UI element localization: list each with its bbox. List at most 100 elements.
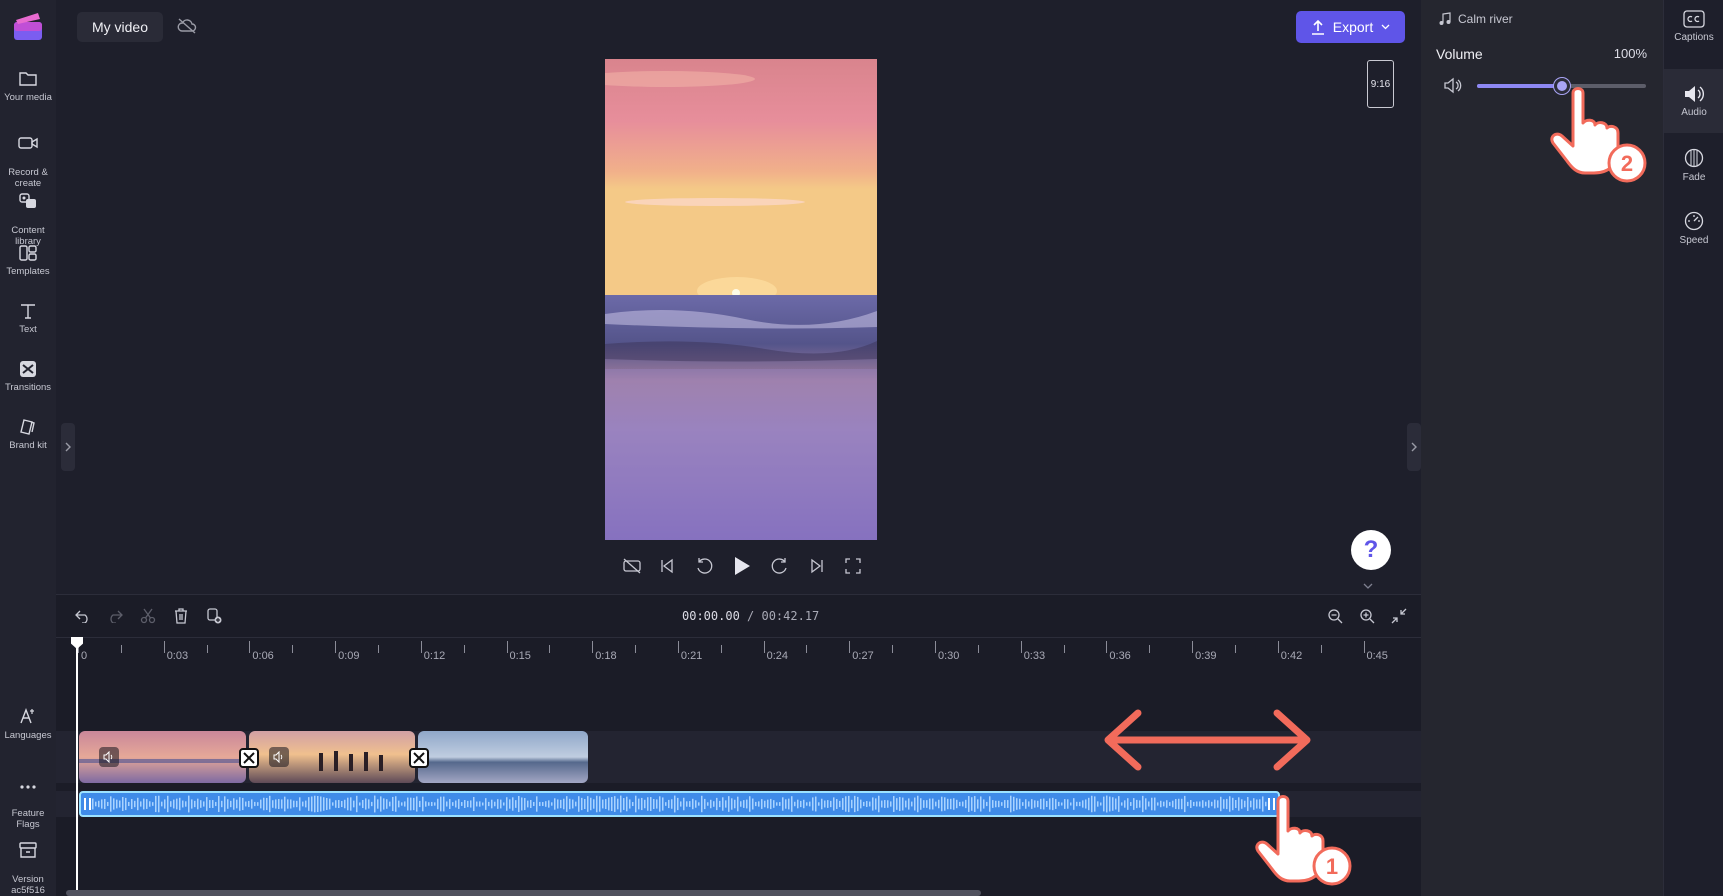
ruler-tick [249,641,251,653]
undo-button[interactable] [74,607,92,625]
transition-button[interactable] [409,748,429,768]
right-rail: Captions Audio Fade Speed [1663,0,1723,896]
chevron-right-icon [1411,442,1417,452]
nav-text[interactable]: Text [0,302,56,335]
rail-speed[interactable]: Speed [1664,211,1723,246]
left-navigation: Your media Record & create Content libra… [0,0,56,896]
volume-label: Volume [1436,46,1483,62]
left-panel-expand-toggle[interactable] [61,423,75,471]
timeline-ruler[interactable]: 0 0:03 0:06 0:09 0:12 0:15 0:18 0:21 0:24 0:27 0:3… [56,637,1421,667]
camera-icon [18,137,38,149]
properties-panel: Calm river Volume 100% [1421,0,1663,896]
version-icon [19,842,37,858]
folder-icon [19,72,37,86]
video-clip[interactable] [79,731,246,783]
timecode: 00:00.00 / 00:42.17 [682,609,819,623]
collapse-arrows-icon [1391,608,1407,624]
nav-your-media-label: Your media [4,92,52,103]
scissors-icon [140,608,156,624]
project-title[interactable]: My video [77,12,163,42]
delete-button[interactable] [172,607,190,625]
ruler-tick-label: 0:33 [1023,650,1046,662]
nav-feature-flags[interactable]: Feature Flags [0,770,56,830]
ruler-tick [420,641,422,653]
export-label: Export [1332,19,1374,35]
ruler-tick-label: 0:18 [595,650,617,662]
audio-trim-handle-right[interactable] [1268,798,1275,810]
ruler-minor-tick [1063,645,1065,653]
ruler-tick [1363,641,1365,653]
zoom-in-button[interactable] [1358,607,1376,625]
nav-brand-kit[interactable]: Brand kit [0,418,56,451]
ruler-minor-tick [806,645,808,653]
ruler-tick [677,641,679,653]
fit-timeline-button[interactable] [1390,607,1408,625]
video-preview[interactable] [605,59,877,540]
clip-volume-button[interactable] [99,747,119,767]
export-button[interactable]: Export [1296,11,1405,43]
time-separator: / [739,609,762,623]
clipchamp-logo-icon [14,13,42,40]
play-button[interactable] [731,555,753,577]
aspect-ratio-button[interactable]: 9:16 [1367,60,1394,108]
captions-icon [1683,10,1705,28]
nav-content-library[interactable]: Content library [0,181,56,247]
languages-icon [20,708,34,724]
camera-off-icon [623,558,641,574]
volume-slider[interactable] [1477,78,1646,94]
nav-record-create[interactable]: Record & create [0,123,56,189]
total-time: 00:42.17 [761,609,820,623]
right-panel-expand-toggle[interactable] [1407,423,1421,471]
forward-5-button[interactable] [769,555,791,577]
camera-off-button[interactable] [621,555,643,577]
speaker-icon[interactable] [1443,77,1463,94]
speaker-icon [103,751,113,763]
skip-to-end-button[interactable] [806,555,828,577]
ruler-tick [1277,641,1279,653]
ruler-tick [163,641,165,653]
nav-languages[interactable]: Languages [0,706,56,741]
ruler-tick-label: 0:21 [680,650,703,662]
volume-slider-thumb[interactable] [1553,78,1570,94]
rewind-5-button[interactable] [693,555,715,577]
templates-icon [19,245,37,261]
clip-volume-button[interactable] [269,747,289,767]
text-icon [21,304,35,319]
rail-fade[interactable]: Fade [1664,148,1723,183]
nav-feature-flags-label: Feature Flags [11,808,45,830]
video-clip[interactable] [249,731,415,783]
nav-version[interactable]: Version ac5f516 [0,830,56,896]
transition-button[interactable] [239,748,259,768]
playhead[interactable] [76,639,78,896]
ruler-minor-tick [377,645,379,653]
ruler-minor-tick [977,645,979,653]
nav-transitions-label: Transitions [4,382,52,393]
audio-trim-handle-left[interactable] [84,798,91,810]
nav-transitions[interactable]: Transitions [0,360,56,393]
ruler-tick-label: 0:36 [1109,650,1131,662]
ruler-tick-label: 0:24 [766,650,789,662]
ruler-tick-label: 0:30 [938,650,960,662]
ruler-tick-label: 0:03 [166,650,189,662]
zoom-out-button[interactable] [1326,607,1344,625]
timeline-scrollbar[interactable] [66,890,981,896]
nav-templates[interactable]: Templates [0,244,56,277]
timeline-panel: 00:00.00 / 00:42.17 0 0:03 0:06 0:09 0:12 0:1… [56,594,1421,896]
rail-captions[interactable]: Captions [1664,10,1723,43]
help-button[interactable]: ? [1351,530,1391,570]
redo-button[interactable] [106,607,124,625]
video-clip[interactable] [418,731,588,783]
rail-audio[interactable]: Audio [1664,69,1723,133]
split-button[interactable] [139,607,157,625]
asset-name: Calm river [1458,12,1513,26]
fullscreen-button[interactable] [842,555,864,577]
ruler-tick-label: 0:09 [338,650,360,662]
duplicate-button[interactable] [205,607,223,625]
ruler-minor-tick [720,645,722,653]
ruler-tick-label: 0:12 [423,650,446,662]
chevron-down-icon[interactable] [1362,582,1374,590]
cloud-sync-off-icon[interactable] [177,17,197,35]
audio-clip[interactable] [79,791,1280,817]
nav-your-media[interactable]: Your media [0,70,56,103]
skip-to-start-button[interactable] [656,555,678,577]
